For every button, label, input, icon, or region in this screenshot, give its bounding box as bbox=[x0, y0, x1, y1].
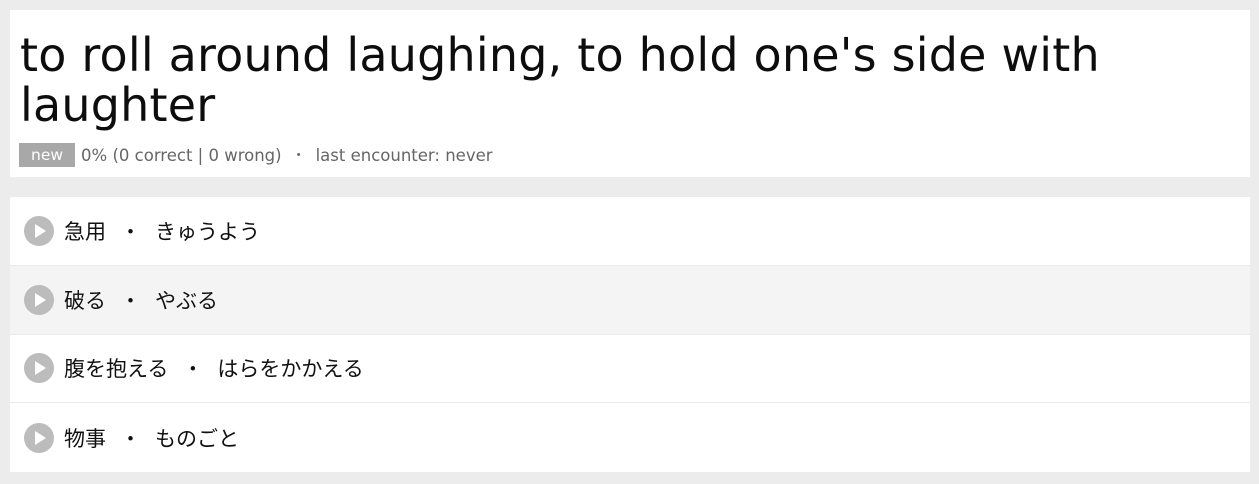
answer-label: 急用・きゅうよう bbox=[64, 216, 260, 246]
question-title: to roll around laughing, to hold one's s… bbox=[20, 28, 1100, 132]
answer-word: 腹を抱える bbox=[64, 357, 169, 382]
answer-word: 急用 bbox=[64, 219, 106, 244]
quiz-page: to roll around laughing, to hold one's s… bbox=[0, 0, 1259, 484]
answer-separator: ・ bbox=[120, 426, 141, 451]
answer-separator: ・ bbox=[182, 357, 204, 382]
answer-option[interactable]: 腹を抱える・はらをかかえる bbox=[10, 335, 1250, 404]
answer-word: 物事 bbox=[64, 426, 106, 451]
answer-option[interactable]: 急用・きゅうよう bbox=[10, 197, 1250, 266]
play-icon[interactable] bbox=[24, 353, 54, 384]
answer-label: 破る・やぶる bbox=[64, 285, 218, 315]
play-icon[interactable] bbox=[24, 422, 54, 453]
answer-label: 物事・ものごと bbox=[64, 423, 239, 453]
question-card: to roll around laughing, to hold one's s… bbox=[10, 10, 1250, 177]
answer-reading: きゅうよう bbox=[155, 219, 260, 244]
answer-list: 急用・きゅうよう 破る・やぶる 腹を抱える・はらをかかえる 物事・ものごと bbox=[10, 197, 1250, 472]
answer-separator: ・ bbox=[120, 219, 141, 244]
answer-reading: ものごと bbox=[155, 426, 239, 451]
question-stats: new 0% (0 correct | 0 wrong) ・ last enco… bbox=[19, 143, 493, 167]
answer-reading: はらをかかえる bbox=[217, 357, 364, 382]
answer-option[interactable]: 破る・やぶる bbox=[10, 265, 1250, 335]
last-encounter-text: last encounter: never bbox=[315, 145, 493, 165]
score-text: 0% (0 correct | 0 wrong) bbox=[81, 145, 282, 165]
play-icon[interactable] bbox=[24, 215, 54, 246]
answer-option[interactable]: 物事・ものごと bbox=[10, 403, 1250, 472]
answer-reading: やぶる bbox=[155, 288, 218, 313]
stats-separator: ・ bbox=[291, 148, 306, 164]
answer-word: 破る bbox=[64, 288, 106, 313]
answer-label: 腹を抱える・はらをかかえる bbox=[64, 353, 364, 383]
status-badge: new bbox=[19, 143, 76, 167]
play-icon[interactable] bbox=[24, 284, 54, 315]
answer-separator: ・ bbox=[120, 288, 141, 313]
